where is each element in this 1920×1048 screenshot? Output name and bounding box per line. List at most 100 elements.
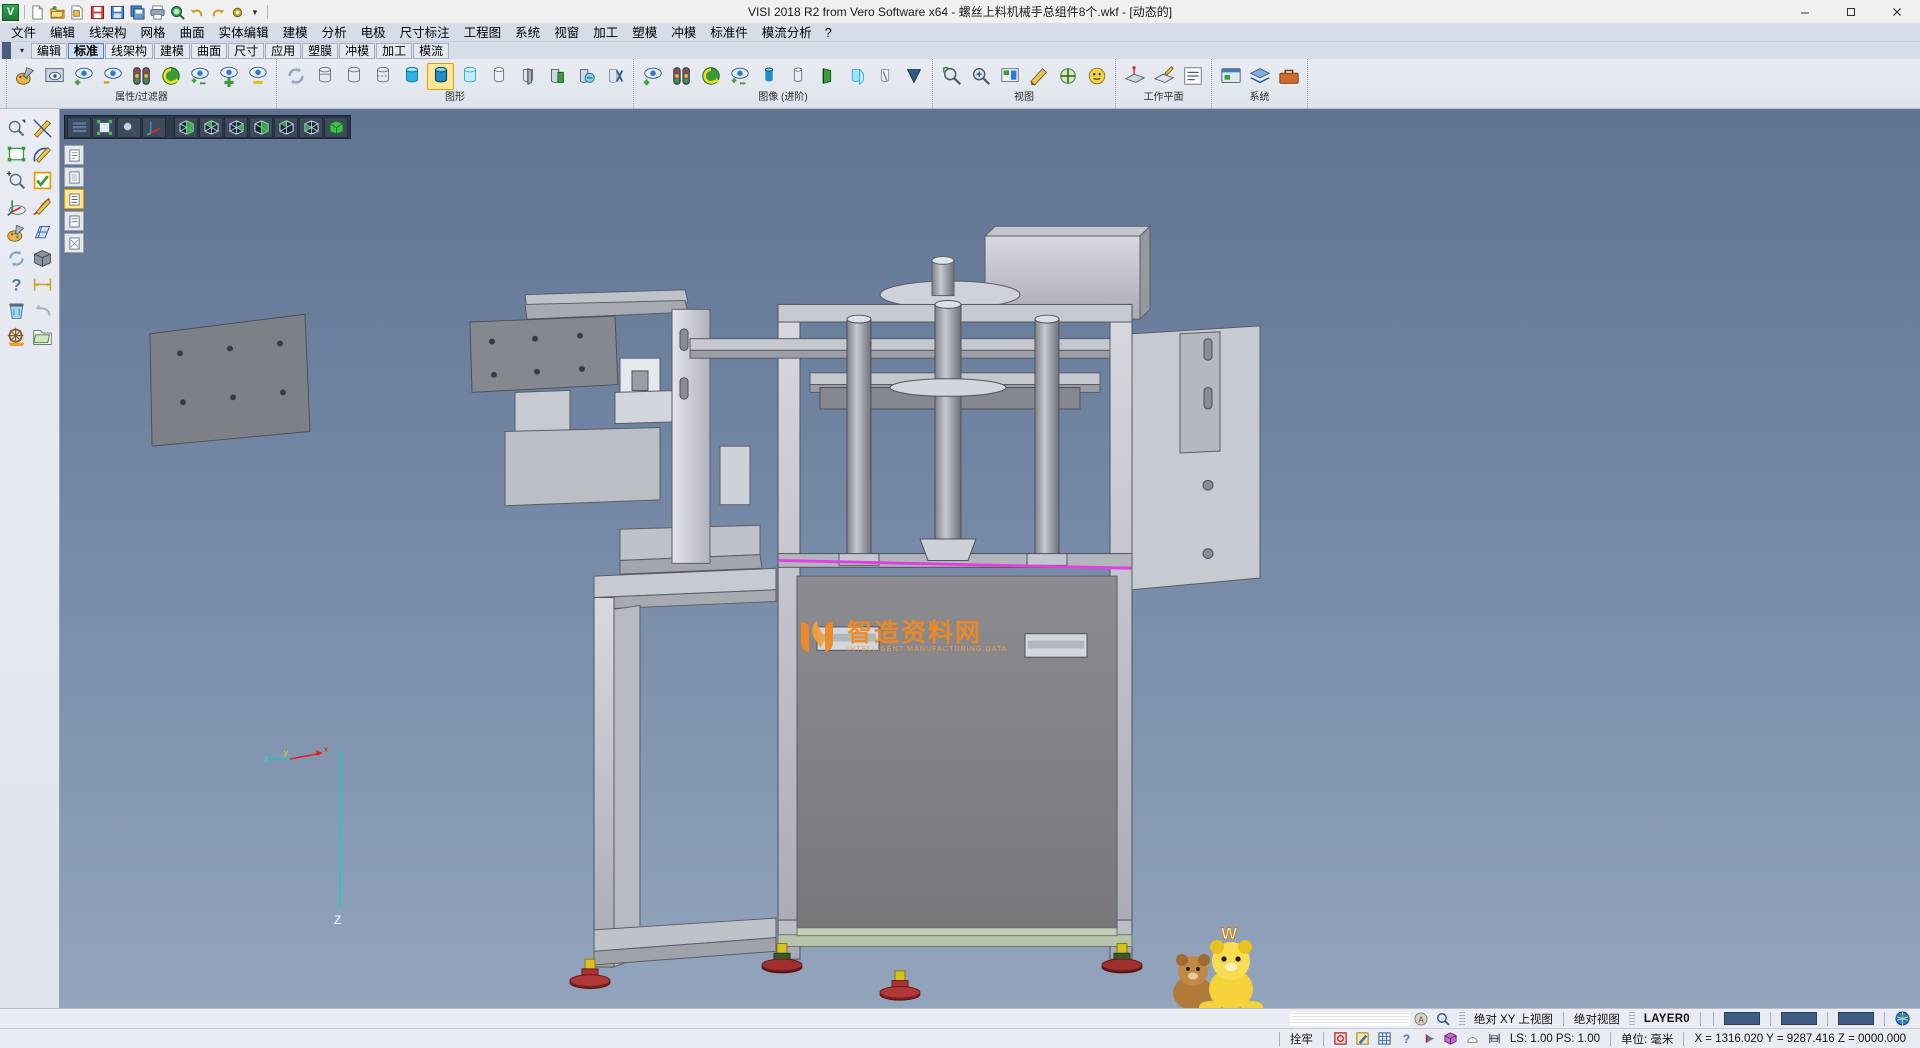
view-iso5-icon[interactable] — [274, 117, 298, 138]
refresh-view-icon[interactable] — [157, 63, 184, 90]
workplane-new-icon[interactable] — [1121, 63, 1148, 90]
advanced-traffic-icon[interactable] — [668, 63, 695, 90]
advanced-toggle-icon[interactable] — [726, 63, 753, 90]
solid-cube-icon[interactable] — [30, 245, 56, 271]
view-iso2-icon[interactable] — [199, 117, 223, 138]
advanced-shade5-icon[interactable] — [871, 63, 898, 90]
rectangle-points-icon[interactable] — [4, 141, 30, 167]
no-render-icon[interactable] — [601, 63, 628, 90]
tab-die[interactable]: 冲模 — [339, 43, 375, 59]
menu-drawing[interactable]: 工程图 — [457, 24, 509, 42]
render-icon[interactable] — [543, 63, 570, 90]
view-properties-icon[interactable] — [996, 63, 1023, 90]
view-type-label[interactable]: 绝对视图 — [1570, 1011, 1624, 1027]
blank-entity-icon[interactable] — [41, 63, 68, 90]
axis-icon[interactable] — [142, 117, 166, 138]
zoom-plus-icon[interactable] — [4, 167, 30, 193]
search-icon[interactable] — [1433, 1010, 1453, 1028]
tabstrip-grip[interactable] — [2, 42, 11, 59]
advanced-show-icon[interactable] — [639, 63, 666, 90]
hidden-line-icon[interactable] — [340, 63, 367, 90]
advanced-shade6-icon[interactable] — [900, 63, 927, 90]
open-file-icon[interactable] — [47, 5, 67, 20]
snap-endpoint-icon[interactable] — [1331, 1030, 1351, 1048]
print-preview-icon[interactable] — [167, 5, 187, 20]
view-iso3-icon[interactable] — [224, 117, 248, 138]
traffic-light-filter-icon[interactable] — [128, 63, 155, 90]
show-entity-icon[interactable] — [70, 63, 97, 90]
zoom-extents-icon[interactable] — [92, 117, 116, 138]
analyse-zoom-icon[interactable] — [4, 115, 30, 141]
menu-die[interactable]: 冲模 — [664, 24, 703, 42]
menu-modeling[interactable]: 建模 — [276, 24, 315, 42]
check-select-icon[interactable] — [30, 167, 56, 193]
color-swatch-2[interactable] — [1781, 1012, 1817, 1025]
menu-surface[interactable]: 曲面 — [173, 24, 212, 42]
help-question-icon[interactable]: ? — [4, 271, 30, 297]
snap-box-icon[interactable] — [1441, 1030, 1461, 1048]
print-icon[interactable] — [147, 5, 167, 20]
new-file-icon[interactable] — [27, 5, 47, 20]
menu-moldflow[interactable]: 模流分析 — [755, 24, 819, 42]
pan-icon[interactable] — [1054, 63, 1081, 90]
menu-electrode[interactable]: 电极 — [354, 24, 393, 42]
open-folder-icon[interactable] — [30, 323, 56, 349]
system-layers-icon[interactable] — [1246, 63, 1273, 90]
view-solid-icon[interactable] — [324, 117, 348, 138]
tab-wireframe[interactable]: 线架构 — [105, 43, 153, 59]
wireframe-shade-icon[interactable] — [311, 63, 338, 90]
tab-surface[interactable]: 曲面 — [191, 43, 227, 59]
strip-layer1-icon[interactable] — [64, 145, 84, 165]
import-file-icon[interactable] — [67, 5, 87, 20]
menu-edit[interactable]: 编辑 — [43, 24, 82, 42]
advanced-shade3-icon[interactable] — [813, 63, 840, 90]
overflow-chevron-icon[interactable]: ▼ — [247, 8, 263, 17]
shaded-icon[interactable] — [398, 63, 425, 90]
zoom-window-icon[interactable] — [117, 117, 141, 138]
save-as-icon[interactable] — [107, 5, 127, 20]
cad-viewport[interactable]: 智造资料网 INTELLIGENT MANUFACTURING DATA z y… — [60, 109, 1920, 1008]
draw-line-icon[interactable] — [30, 115, 56, 141]
command-input[interactable] — [1290, 1012, 1410, 1026]
view-iso1-icon[interactable] — [174, 117, 198, 138]
snap-measure-icon[interactable] — [1485, 1030, 1505, 1048]
annotation-a-icon[interactable]: A — [1411, 1010, 1431, 1028]
menu-help[interactable]: ? — [819, 24, 838, 42]
shaded-edges-icon[interactable] — [427, 63, 454, 90]
menu-machining[interactable]: 加工 — [586, 24, 625, 42]
color-properties-icon[interactable] — [12, 63, 39, 90]
snap-intersect-icon[interactable] — [1419, 1030, 1439, 1048]
toggle-visibility-icon[interactable] — [186, 63, 213, 90]
settings-icon[interactable] — [227, 5, 247, 20]
view-mode-label[interactable]: 绝对 XY 上视图 — [1470, 1011, 1557, 1027]
view-iso4-icon[interactable] — [249, 117, 273, 138]
quick-shade-icon[interactable] — [485, 63, 512, 90]
save-icon[interactable] — [87, 5, 107, 20]
undo-icon[interactable] — [187, 5, 207, 20]
system-tools-icon[interactable] — [1275, 63, 1302, 90]
menu-analysis[interactable]: 分析 — [315, 24, 354, 42]
zoom-window-icon[interactable] — [938, 63, 965, 90]
save-all-icon[interactable] — [127, 5, 147, 20]
axis-move-icon[interactable] — [4, 193, 30, 219]
add-visible-icon[interactable] — [215, 63, 242, 90]
menu-dimension[interactable]: 尺寸标注 — [393, 24, 457, 42]
minimize-button[interactable] — [1782, 0, 1828, 24]
workplane-list-icon[interactable] — [1179, 63, 1206, 90]
tab-moldflow[interactable]: 模流 — [413, 43, 449, 59]
system-config-icon[interactable] — [1217, 63, 1244, 90]
globe-icon[interactable] — [1892, 1010, 1912, 1028]
snap-arc-center-icon[interactable] — [1463, 1030, 1483, 1048]
edit-curve-icon[interactable] — [30, 193, 56, 219]
strip-layer4-icon[interactable] — [64, 211, 84, 231]
strip-layer2-icon[interactable] — [64, 167, 84, 187]
snap-grid-icon[interactable] — [1375, 1030, 1395, 1048]
zoom-all-icon[interactable] — [967, 63, 994, 90]
hidden-line-dashed-icon[interactable] — [369, 63, 396, 90]
tab-machining[interactable]: 加工 — [376, 43, 412, 59]
delete-trash-icon[interactable] — [4, 297, 30, 323]
advanced-shade4-icon[interactable] — [842, 63, 869, 90]
grid-plane-icon[interactable] — [30, 219, 56, 245]
tab-application[interactable]: 应用 — [265, 43, 301, 59]
material-render-icon[interactable] — [572, 63, 599, 90]
